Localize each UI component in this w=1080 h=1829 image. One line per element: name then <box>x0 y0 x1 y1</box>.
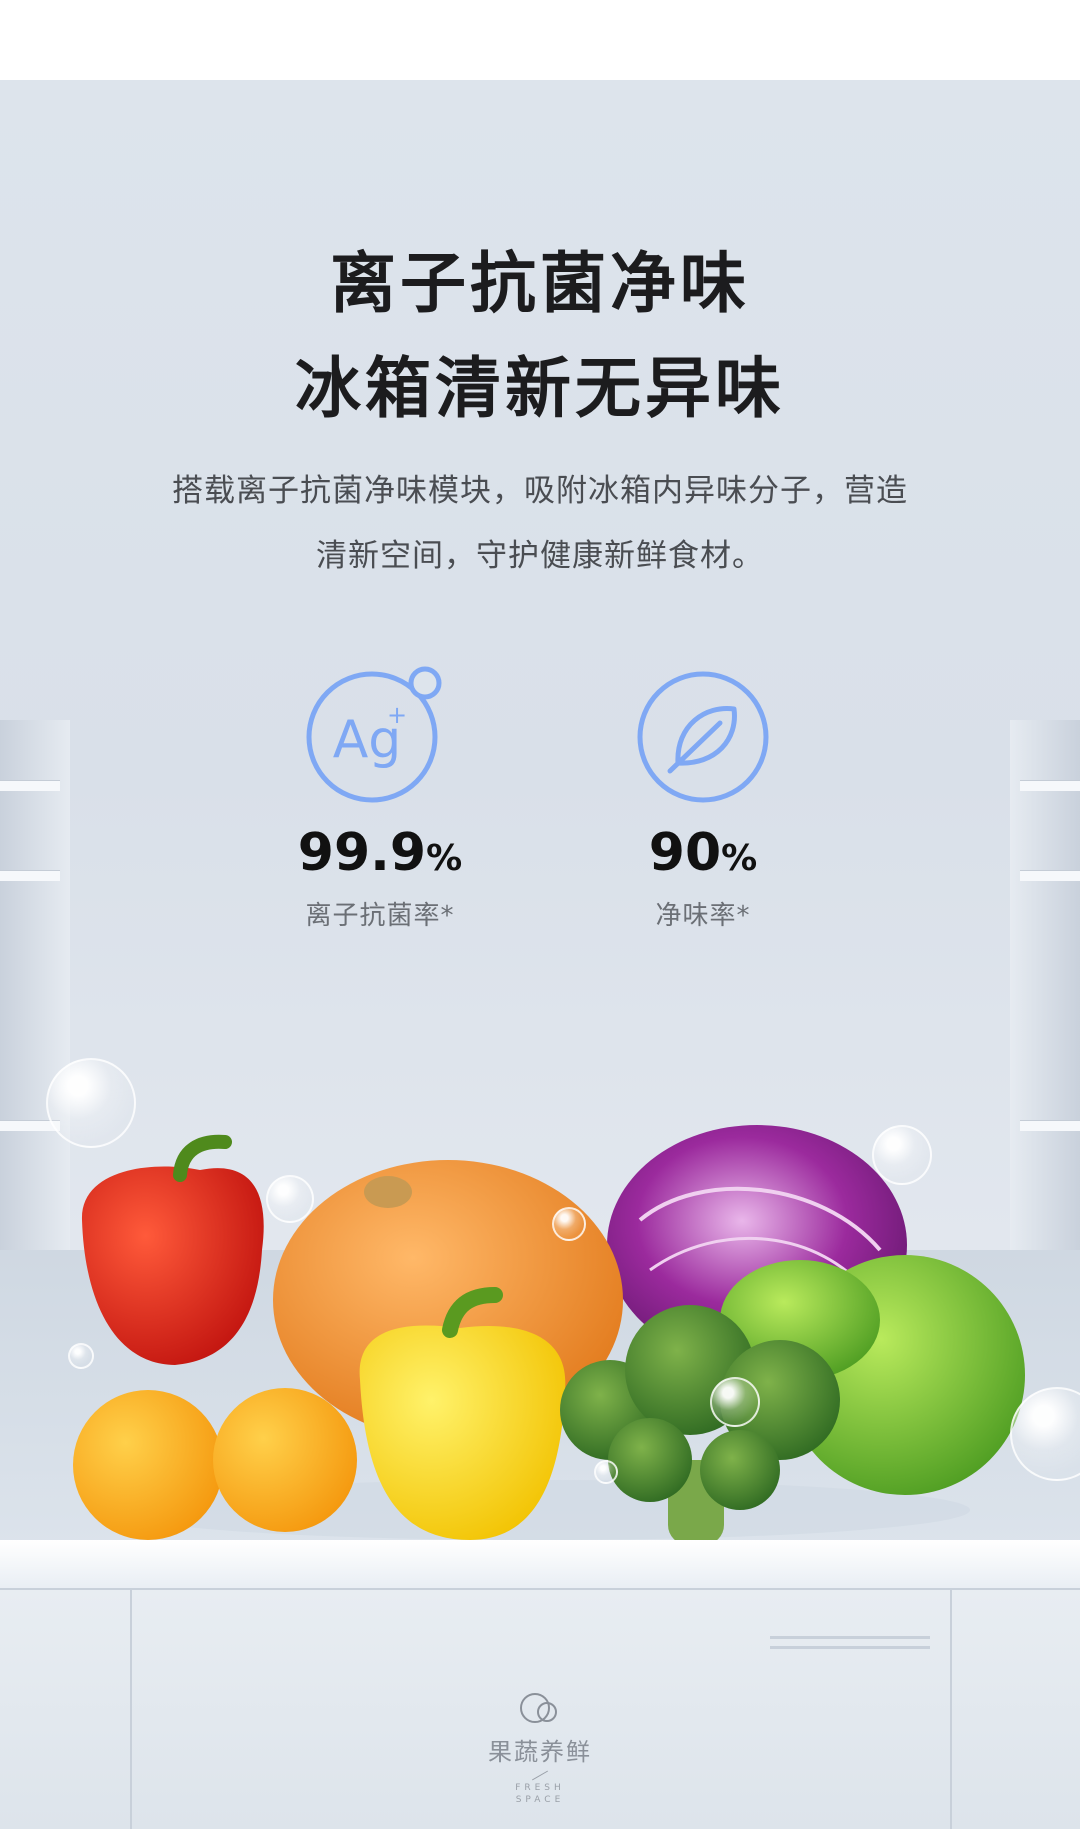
headline-line-2: 冰箱清新无异味 <box>295 350 785 427</box>
headline-line-1: 离子抗菌净味 <box>330 245 750 322</box>
water-bubble <box>710 1377 760 1427</box>
drawer-vent <box>770 1636 930 1639</box>
water-bubble <box>68 1343 94 1369</box>
water-bubble <box>552 1207 586 1241</box>
stat-number: 99.9 <box>297 823 427 883</box>
wall-rail <box>1020 780 1080 791</box>
hero-section: 离子抗菌净味 冰箱清新无异味 搭载离子抗菌净味模块，吸附冰箱内异味分子，营造 清… <box>0 80 1080 1829</box>
svg-text:+: + <box>387 701 407 729</box>
fresh-space-label-en-line1: FRESH <box>515 1783 565 1793</box>
drawer-line <box>130 1588 132 1829</box>
stat-label: 净味率* <box>655 901 751 931</box>
water-bubble <box>872 1125 932 1185</box>
stat-unit: % <box>426 838 463 879</box>
water-bubble <box>594 1460 618 1484</box>
description-line-1: 搭载离子抗菌净味模块，吸附冰箱内异味分子，营造 <box>172 473 908 509</box>
water-bubble <box>46 1058 136 1148</box>
badge-divider <box>531 1770 549 1781</box>
stat-label: 离子抗菌率* <box>305 901 455 931</box>
fresh-space-label-en-line2: SPACE <box>515 1795 565 1805</box>
description-line-2: 清新空间，守护健康新鲜食材。 <box>316 538 764 574</box>
stat-deodorization: 90% 净味率* <box>573 665 833 932</box>
silver-ion-ag-icon: Ag + <box>306 666 442 803</box>
fresh-space-badge: 果蔬养鲜 FRESH SPACE <box>465 1690 615 1806</box>
stat-value: 90% <box>573 827 833 879</box>
wall-rail <box>0 870 60 881</box>
leaf-icon <box>637 671 769 803</box>
top-white-strip <box>0 0 1080 80</box>
fruit-bowl-icon <box>520 1693 557 1723</box>
fresh-space-label-en: FRESH SPACE <box>465 1782 615 1806</box>
wall-rail <box>1020 870 1080 881</box>
stat-value: 99.9% <box>250 827 510 879</box>
stat-antibacterial: Ag + 99.9% 离子抗菌率* <box>250 665 510 932</box>
wall-rail <box>0 780 60 791</box>
drawer-line <box>0 1588 1080 1590</box>
shelf-front-edge <box>0 1540 1080 1590</box>
fresh-space-label-cn: 果蔬养鲜 <box>488 1738 592 1766</box>
stat-unit: % <box>721 838 758 879</box>
drawer-line <box>950 1588 952 1829</box>
water-bubble <box>266 1175 314 1223</box>
drawer-vent <box>770 1646 930 1649</box>
stat-number: 90 <box>648 823 722 883</box>
